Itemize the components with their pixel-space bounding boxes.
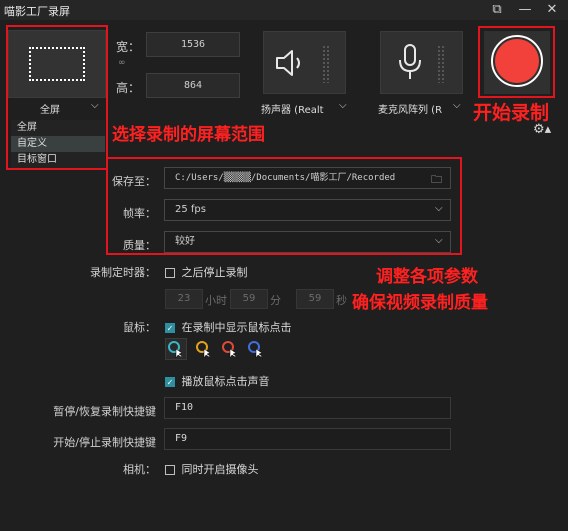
- mouse-sound-checkbox[interactable]: ✓: [165, 377, 175, 387]
- timer-seconds-input[interactable]: 59: [296, 289, 334, 309]
- timer-label: 录制定时器：: [90, 266, 156, 279]
- mouse-show-clicks-row[interactable]: ✓ 在录制中显示鼠标点击: [165, 319, 292, 335]
- timer-hours-input[interactable]: 23: [165, 289, 203, 309]
- speaker-device-label[interactable]: 扬声器 (Realt: [261, 101, 324, 116]
- mouse-show-clicks-checkbox[interactable]: ✓: [165, 323, 175, 333]
- quality-select[interactable]: 较好: [164, 231, 451, 253]
- timer-checkbox-label: 之后停止录制: [181, 266, 248, 279]
- save-path-field[interactable]: C:/Users/▒▒▒▒▒/Documents/喵影工厂/Recorded: [164, 167, 451, 189]
- chevron-down-icon[interactable]: ⌵: [435, 203, 443, 214]
- cursor-style-yellow-icon[interactable]: [193, 338, 215, 360]
- mouse-label: 鼠标：: [123, 321, 156, 334]
- camera-checkbox[interactable]: [165, 465, 175, 475]
- mouse-show-clicks-label: 在录制中显示鼠标点击: [181, 321, 292, 334]
- cursor-style-blue-icon[interactable]: [245, 338, 267, 360]
- title-bar: [0, 0, 568, 20]
- cursor-style-red-icon[interactable]: [219, 338, 241, 360]
- speaker-icon: [276, 50, 300, 76]
- save-to-label: 保存至：: [112, 175, 156, 188]
- fps-label: 帧率：: [123, 207, 156, 220]
- window-title: 喵影工厂录屏: [4, 5, 70, 18]
- width-input[interactable]: 1536: [146, 32, 240, 57]
- camera-checkbox-row[interactable]: 同时开启摄像头: [165, 461, 259, 477]
- chevron-down-icon[interactable]: ⌵: [435, 235, 443, 246]
- annotation-frame-capture: [6, 25, 108, 170]
- cursor-style-picker: [165, 338, 275, 362]
- close-icon[interactable]: ✕: [543, 1, 561, 19]
- quality-value: 较好: [175, 236, 195, 247]
- camera-checkbox-label: 同时开启摄像头: [181, 463, 259, 476]
- timer-seconds-unit: 秒: [336, 294, 347, 307]
- quality-label: 质量：: [123, 239, 156, 252]
- minimize-icon[interactable]: —: [516, 1, 534, 19]
- microphone-icon: [399, 44, 421, 79]
- height-label: 高：: [116, 81, 141, 95]
- chevron-down-icon[interactable]: ⌵: [339, 100, 347, 111]
- timer-hours-unit: 小时: [205, 294, 227, 307]
- folder-icon[interactable]: 🗀: [431, 171, 442, 190]
- speaker-level-meter: [322, 45, 330, 83]
- compact-mode-icon[interactable]: ⧉: [488, 1, 506, 19]
- speaker-panel[interactable]: [263, 31, 346, 94]
- annotation-start-record: 开始录制: [473, 102, 550, 124]
- timer-checkbox[interactable]: [165, 268, 175, 278]
- fps-select[interactable]: 25 fps: [164, 199, 451, 221]
- annotation-select-area: 选择录制的屏幕范围: [112, 125, 265, 145]
- start-hotkey-input[interactable]: F9: [164, 428, 451, 450]
- chevron-down-icon[interactable]: ⌵: [453, 100, 461, 111]
- width-label: 宽：: [116, 40, 141, 54]
- microphone-level-meter: [437, 45, 445, 83]
- pause-hotkey-input[interactable]: F10: [164, 397, 451, 419]
- mouse-sound-row[interactable]: ✓ 播放鼠标点击声音: [165, 373, 270, 389]
- mouse-sound-label: 播放鼠标点击声音: [181, 375, 270, 388]
- microphone-panel[interactable]: [380, 31, 463, 94]
- timer-minutes-input[interactable]: 59: [230, 289, 268, 309]
- annotation-adjust-line2: 确保视频录制质量: [352, 293, 488, 313]
- gear-icon[interactable]: ⚙▴: [533, 122, 551, 137]
- fps-value: 25 fps: [175, 204, 206, 215]
- annotation-adjust-line1: 调整各项参数: [376, 267, 478, 287]
- pause-hotkey-label: 暂停/恢复录制快捷键: [53, 405, 156, 418]
- save-path-value: C:/Users/▒▒▒▒▒/Documents/喵影工厂/Recorded: [175, 173, 396, 183]
- annotation-frame-record: [478, 26, 555, 98]
- height-input[interactable]: 864: [146, 73, 240, 98]
- camera-label: 相机：: [123, 463, 156, 476]
- timer-minutes-unit: 分: [270, 294, 281, 307]
- link-icon[interactable]: ∞: [118, 58, 126, 68]
- timer-checkbox-row[interactable]: 之后停止录制: [165, 264, 248, 280]
- cursor-style-teal-icon[interactable]: [165, 338, 187, 360]
- microphone-device-label[interactable]: 麦克风阵列 (R: [378, 101, 442, 116]
- start-hotkey-label: 开始/停止录制快捷键: [53, 436, 156, 449]
